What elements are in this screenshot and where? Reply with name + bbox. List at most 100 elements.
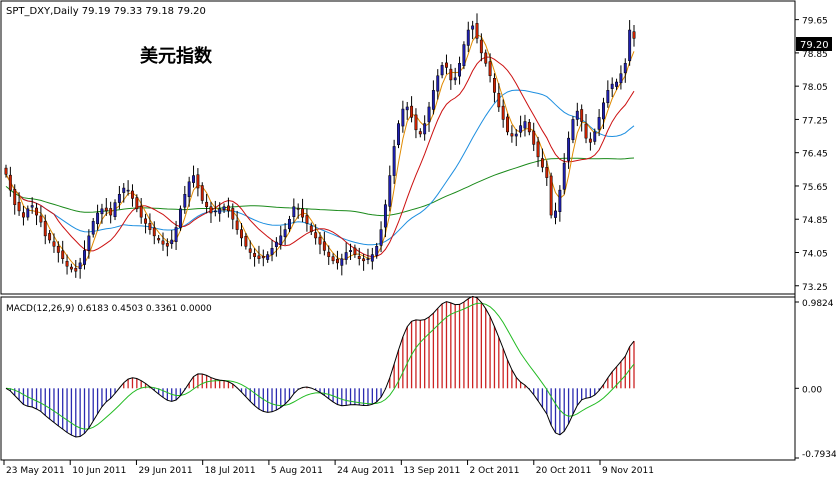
candle-body — [540, 158, 544, 168]
candle-body — [253, 253, 257, 257]
candle-body — [4, 167, 8, 175]
candle-body — [30, 205, 34, 208]
price-tick-label: 79.65 — [802, 17, 828, 27]
macd-panel-header: MACD(12,26,9) 0.6183 0.4503 0.3361 0.000… — [6, 304, 212, 314]
candle-body — [139, 206, 143, 218]
candle-body — [580, 109, 584, 122]
candle-body — [39, 215, 43, 223]
candle-body — [506, 116, 509, 133]
date-tick-label: 2 Oct 2011 — [470, 466, 520, 476]
candle-body — [222, 206, 226, 210]
date-tick-label: 13 Sep 2011 — [403, 466, 460, 476]
candle-body — [431, 90, 435, 110]
price-axis-ticks: 79.65 78.85 78.05 77.25 76.45 75.65 74.85 74.05… — [795, 17, 828, 293]
candle-body — [288, 218, 291, 230]
macd-axis-ticks: 0.9824 0.00 -0.7934 — [795, 299, 836, 460]
candle-body — [392, 146, 396, 176]
date-tick-label: 23 May 2011 — [6, 466, 65, 476]
candle-body — [35, 207, 38, 216]
candle-body — [96, 212, 100, 225]
candle-body — [122, 187, 126, 193]
price-panel-header: SPT_DXY,Daily 79.19 79.33 79.18 79.20 — [6, 6, 206, 17]
candle-body — [340, 258, 344, 266]
candle-body — [593, 131, 597, 142]
candle-body — [104, 207, 108, 212]
candle-body — [619, 73, 623, 84]
candle-body — [615, 81, 619, 87]
candle-body — [165, 243, 169, 247]
candle-body — [462, 44, 466, 67]
candle-body — [248, 248, 252, 253]
candle-body — [375, 246, 379, 256]
date-tick-label: 20 Oct 2011 — [536, 466, 592, 476]
candle — [506, 113, 509, 136]
candle-body — [388, 175, 392, 207]
candle — [549, 172, 553, 219]
candle-body — [13, 189, 17, 205]
candle-body — [100, 208, 104, 215]
candle-body — [196, 174, 200, 189]
candle-body — [113, 202, 117, 217]
candle-body — [131, 190, 134, 199]
candle-body — [362, 258, 366, 262]
macd-tick-label: 0.00 — [802, 385, 822, 395]
candle-body — [410, 105, 414, 118]
candle-body — [519, 125, 523, 133]
candle-body — [471, 25, 475, 30]
candle-body — [597, 117, 601, 130]
candle-body — [475, 23, 479, 39]
candle-body — [558, 189, 562, 212]
candle — [200, 182, 204, 204]
candle-body — [357, 255, 361, 259]
candle-body — [449, 68, 453, 81]
candle-body — [567, 137, 571, 161]
date-axis-ticks: 23 May 2011 10 Jun 2011 29 Jun 2011 18 Jul … — [3, 460, 654, 476]
candle-body — [69, 266, 73, 270]
candle-body — [266, 254, 270, 260]
candle-body — [148, 223, 152, 230]
candle-body — [554, 210, 557, 218]
candle-body — [344, 252, 348, 260]
candle — [178, 205, 182, 231]
date-tick-label: 10 Jun 2011 — [72, 466, 126, 476]
candle-body — [466, 29, 470, 46]
candle — [113, 199, 117, 221]
candle-body — [152, 227, 156, 237]
candle-body — [418, 131, 422, 135]
candle-body — [379, 229, 383, 246]
price-tick-label: 76.45 — [802, 150, 828, 160]
forex-chart: SPT_DXY,Daily 79.19 79.33 79.18 79.20 美元… — [0, 0, 836, 476]
candle-body — [8, 174, 12, 191]
candle-body — [200, 185, 204, 201]
candle-body — [488, 61, 492, 77]
candle-body — [183, 194, 187, 208]
candle-body — [235, 220, 239, 230]
price-tick-label: 75.65 — [802, 183, 828, 193]
candle-body — [623, 63, 627, 74]
candle-body — [305, 215, 309, 224]
candle-body — [21, 212, 25, 218]
candle-body — [423, 123, 427, 135]
candle-body — [479, 39, 483, 54]
candle-body — [87, 235, 91, 251]
candle — [462, 41, 466, 70]
candle-body — [244, 236, 248, 247]
candle-body — [353, 247, 357, 255]
candle-body — [218, 208, 222, 214]
candle-body — [226, 205, 230, 212]
price-tick-label: 74.05 — [802, 249, 828, 259]
candle-body — [453, 77, 457, 81]
candle-body — [56, 246, 60, 253]
price-tick-label: 77.25 — [802, 116, 828, 126]
date-tick-label: 24 Aug 2011 — [337, 466, 395, 476]
candle-body — [527, 122, 531, 133]
candle-body — [257, 255, 261, 259]
candle-body — [492, 78, 496, 93]
candle-body — [213, 210, 217, 213]
price-tick-label: 73.25 — [802, 283, 828, 293]
candle-body — [610, 83, 614, 89]
candle-body — [501, 105, 505, 120]
candle-body — [83, 250, 86, 265]
price-tick-label: 78.85 — [802, 50, 828, 60]
candle-body — [26, 208, 30, 218]
